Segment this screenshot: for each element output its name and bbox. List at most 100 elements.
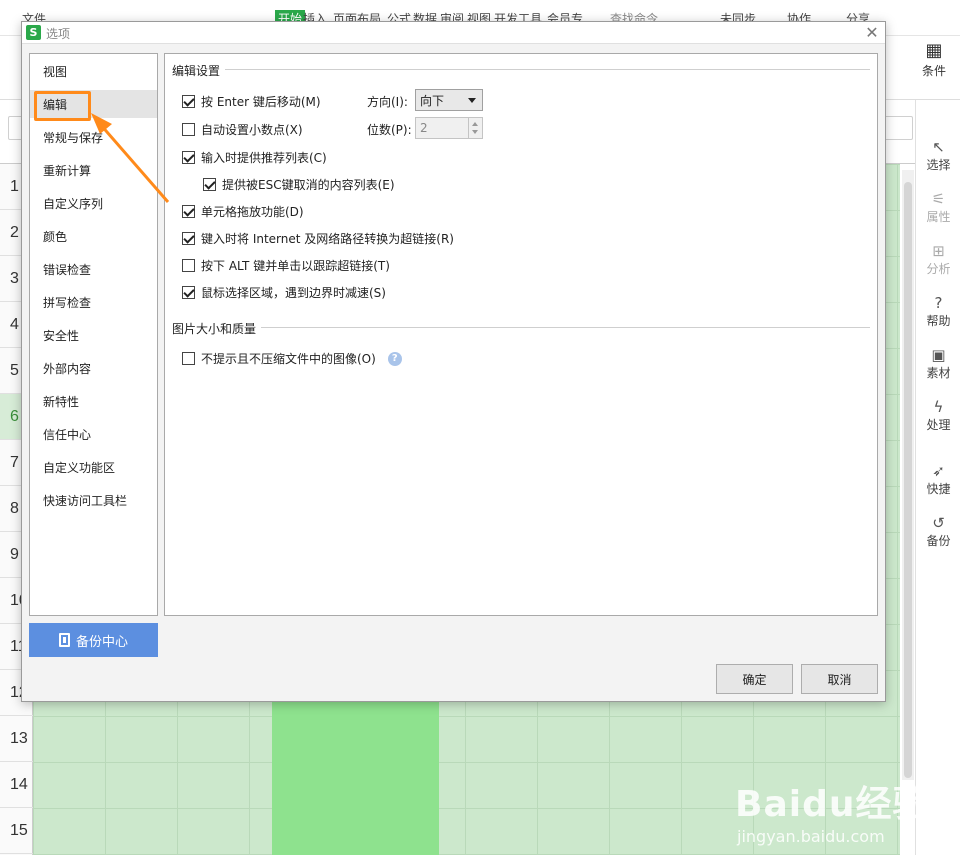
panel-props-button[interactable]: ⚟ 属性 <box>916 190 960 225</box>
checkbox[interactable] <box>182 352 195 365</box>
places-label: 位数(P): <box>367 123 412 137</box>
chevron-down-icon <box>468 98 476 103</box>
opt-label: 单元格拖放功能(D) <box>201 205 304 219</box>
nav-item-new-features[interactable]: 新特性 <box>30 387 157 415</box>
bolt-icon: ϟ <box>933 398 944 416</box>
nav-item-custom-lists[interactable]: 自定义序列 <box>30 189 157 217</box>
nav-item-error-check[interactable]: 错误检查 <box>30 255 157 283</box>
direction-label: 方向(I): <box>367 95 408 109</box>
panel-analyze-label: 分析 <box>926 262 951 276</box>
opt-label: 键入时将 Internet 及网络路径转换为超链接(R) <box>201 232 454 246</box>
analyze-icon: ⊞ <box>932 242 945 260</box>
conditional-format-button[interactable]: ▦ 条件 <box>918 40 950 79</box>
backup-icon <box>58 633 70 647</box>
watermark-logo-text: Baidu经验 <box>735 784 930 825</box>
opt-slow-at-border[interactable]: 鼠标选择区域，遇到边界时减速(S) <box>182 284 386 301</box>
checkbox[interactable] <box>182 123 195 136</box>
nav-item-recalc[interactable]: 重新计算 <box>30 156 157 184</box>
opt-suggest-list[interactable]: 输入时提供推荐列表(C) <box>182 149 327 166</box>
nav-item-security[interactable]: 安全性 <box>30 321 157 349</box>
options-dialog: S 选项 ✕ 视图 编辑 常规与保存 重新计算 自定义序列 颜色 错误检查 拼写… <box>21 21 886 702</box>
opt-label: 提供被ESC键取消的内容列表(E) <box>222 178 395 192</box>
highlight-box <box>34 91 91 121</box>
opt-label: 鼠标选择区域，遇到边界时减速(S) <box>201 286 386 300</box>
cancel-button[interactable]: 取消 <box>801 664 878 694</box>
close-icon[interactable]: ✕ <box>861 22 883 44</box>
checkbox[interactable] <box>182 95 195 108</box>
vertical-scrollbar[interactable] <box>902 170 914 780</box>
right-side-panel: ↖ 选择 ⚟ 属性 ⊞ 分析 ? 帮助 ▣ 素材 ϟ 处理 ➶ 快捷 ↺ 备份 <box>915 100 960 855</box>
scroll-thumb[interactable] <box>904 182 912 778</box>
panel-process-button[interactable]: ϟ 处理 <box>916 398 960 433</box>
ok-button[interactable]: 确定 <box>716 664 793 694</box>
backup-center-button[interactable]: 备份中心 <box>29 623 158 657</box>
history-icon: ↺ <box>932 514 945 532</box>
help-icon: ? <box>934 294 943 312</box>
spin-up-icon[interactable] <box>472 122 478 126</box>
nav-item-spell-check[interactable]: 拼写检查 <box>30 288 157 316</box>
checkbox[interactable] <box>182 232 195 245</box>
section-title-image: 图片大小和质量 <box>172 322 257 336</box>
row-header[interactable]: 15 <box>0 808 33 854</box>
section-divider <box>261 327 870 328</box>
panel-select-button[interactable]: ↖ 选择 <box>916 138 960 173</box>
nav-item-trust-center[interactable]: 信任中心 <box>30 420 157 448</box>
opt-esc-cancel-list[interactable]: 提供被ESC键取消的内容列表(E) <box>203 176 395 193</box>
opt-drag-drop[interactable]: 单元格拖放功能(D) <box>182 203 304 220</box>
spin-down-icon[interactable] <box>472 130 478 134</box>
opt-no-compress-images[interactable]: 不提示且不压缩文件中的图像(O) ? <box>182 350 402 367</box>
nav-item-quick-access[interactable]: 快速访问工具栏 <box>30 486 157 514</box>
watermark: Baidu经验 jingyan.baidu.com <box>735 775 929 846</box>
help-icon[interactable]: ? <box>387 351 402 366</box>
opt-move-after-enter[interactable]: 按 Enter 键后移动(M) <box>182 93 321 110</box>
places-value: 2 <box>420 121 428 135</box>
app-logo-icon: S <box>26 25 41 40</box>
section-divider <box>225 69 870 70</box>
direction-select[interactable]: 向下 <box>415 89 483 111</box>
edit-settings-panel: 编辑设置 按 Enter 键后移动(M) 自动设置小数点(X) 输入时提供推荐列… <box>164 53 878 616</box>
checkbox[interactable] <box>203 178 216 191</box>
panel-quick-label: 快捷 <box>926 482 951 496</box>
row-header[interactable]: 14 <box>0 762 33 808</box>
options-nav: 视图 编辑 常规与保存 重新计算 自定义序列 颜色 错误检查 拼写检查 安全性 … <box>29 53 158 616</box>
opt-alt-click-link[interactable]: 按下 ALT 键并单击以跟踪超链接(T) <box>182 257 390 274</box>
panel-process-label: 处理 <box>926 418 951 432</box>
sliders-icon: ⚟ <box>931 190 946 208</box>
panel-backup-button[interactable]: ↺ 备份 <box>916 514 960 549</box>
opt-label: 输入时提供推荐列表(C) <box>201 151 327 165</box>
nav-item-view[interactable]: 视图 <box>30 57 157 85</box>
opt-auto-hyperlink[interactable]: 键入时将 Internet 及网络路径转换为超链接(R) <box>182 230 454 247</box>
panel-material-button[interactable]: ▣ 素材 <box>916 346 960 381</box>
panel-props-label: 属性 <box>926 210 951 224</box>
conditional-format-label: 条件 <box>921 64 946 78</box>
nav-item-colors[interactable]: 颜色 <box>30 222 157 250</box>
checkbox[interactable] <box>182 286 195 299</box>
panel-help-button[interactable]: ? 帮助 <box>916 294 960 329</box>
section-title-edit: 编辑设置 <box>172 64 221 78</box>
nav-item-custom-ribbon[interactable]: 自定义功能区 <box>30 453 157 481</box>
opt-label: 不提示且不压缩文件中的图像(O) <box>201 352 376 366</box>
cursor-icon: ↖ <box>932 138 945 156</box>
direction-value: 向下 <box>420 93 445 108</box>
nav-item-general-save[interactable]: 常规与保存 <box>30 123 157 151</box>
checkbox[interactable] <box>182 151 195 164</box>
panel-backup-label: 备份 <box>926 534 951 548</box>
grid-icon: ▦ <box>925 40 943 61</box>
opt-label: 按 Enter 键后移动(M) <box>201 95 321 109</box>
panel-select-label: 选择 <box>926 158 951 172</box>
opt-label: 自动设置小数点(X) <box>201 123 303 137</box>
checkbox[interactable] <box>182 205 195 218</box>
opt-auto-decimal[interactable]: 自动设置小数点(X) <box>182 121 303 138</box>
backup-center-label: 备份中心 <box>75 634 128 650</box>
spin-buttons[interactable] <box>468 118 482 138</box>
panel-material-label: 素材 <box>926 366 951 380</box>
panel-analyze-button[interactable]: ⊞ 分析 <box>916 242 960 277</box>
watermark-url: jingyan.baidu.com <box>737 827 885 846</box>
places-stepper[interactable]: 2 <box>415 117 483 139</box>
panel-quick-button[interactable]: ➶ 快捷 <box>916 462 960 497</box>
row-header[interactable]: 13 <box>0 716 33 762</box>
checkbox[interactable] <box>182 259 195 272</box>
nav-item-external-content[interactable]: 外部内容 <box>30 354 157 382</box>
dialog-titlebar[interactable]: S 选项 ✕ <box>22 22 885 44</box>
material-icon: ▣ <box>931 346 946 364</box>
